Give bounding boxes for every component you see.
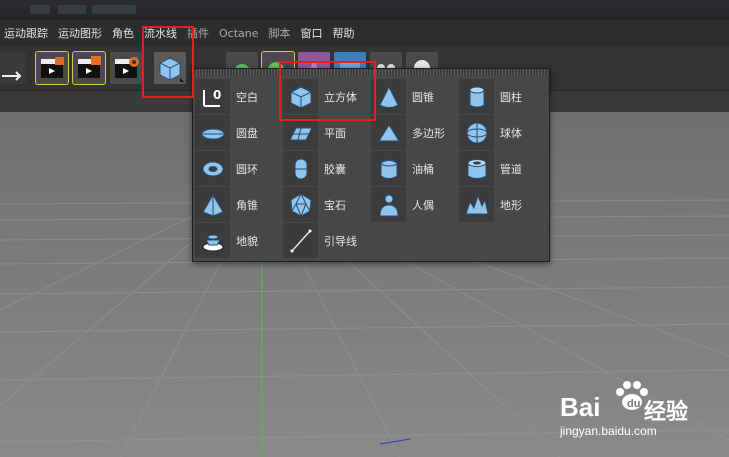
menu-item-label: 平面 [324, 126, 346, 140]
highlight-box-cube [279, 61, 376, 121]
menu-item-label: 地形 [500, 198, 522, 212]
polygon-icon [377, 123, 400, 141]
menu-item-label: 圆锥 [412, 90, 434, 104]
pyramid-icon [201, 193, 224, 217]
menu-item-guide[interactable]: 引导线 [283, 223, 357, 258]
render-picture-viewer-button[interactable] [73, 52, 105, 84]
blurred-title [58, 5, 86, 14]
menu-item-label: 角锥 [236, 198, 258, 212]
null-object-icon: 0 [202, 88, 221, 107]
menu-item-figure[interactable]: 人偶 [371, 187, 434, 222]
menu-item-label: 地貌 [236, 234, 258, 248]
figure-icon [378, 194, 399, 216]
render-view-button[interactable] [36, 52, 68, 84]
oil-tank-icon [380, 159, 397, 179]
watermark-url: jingyan.baidu.com [560, 424, 657, 438]
clapper-icon [41, 57, 64, 78]
menu-window[interactable]: 窗口 [301, 25, 323, 41]
menu-item-cylinder[interactable]: 圆柱 [459, 79, 522, 114]
menu-item-label: 油桶 [412, 162, 434, 176]
watermark-brand-left: Bai [560, 392, 601, 422]
menu-item-tube[interactable]: 管道 [459, 151, 522, 186]
blurred-title [92, 5, 136, 14]
menu-item-capsule[interactable]: 胶囊 [283, 151, 346, 186]
render-settings-button[interactable] [110, 52, 142, 84]
clapper-icon [78, 56, 101, 78]
menu-bar: 运动跟踪 运动图形 角色 流水线 插件 Octane 脚本 窗口 帮助 [0, 20, 729, 46]
menu-item-platonic[interactable]: 宝石 [283, 187, 346, 222]
plane-icon [288, 127, 313, 140]
menu-item-label: 球体 [500, 126, 522, 140]
guide-icon [290, 229, 311, 252]
menu-item-sphere[interactable]: 球体 [459, 115, 522, 150]
cone-icon [378, 85, 399, 108]
menu-item-label: 宝石 [324, 198, 346, 212]
watermark-brand-right: 经验 [644, 399, 689, 424]
menu-motion-tracking[interactable]: 运动跟踪 [4, 25, 48, 41]
svg-text:du: du [627, 398, 640, 410]
clapper-gear-icon [115, 57, 139, 78]
menu-item-label: 多边形 [412, 126, 445, 140]
menu-item-polygon[interactable]: 多边形 [371, 115, 445, 150]
menu-item-label: 胶囊 [324, 162, 346, 176]
menu-item-disc[interactable]: 圆盘 [195, 115, 258, 150]
highlight-box-toolbar [142, 26, 194, 98]
menu-item-label: 人偶 [412, 198, 434, 212]
menu-item-landscape[interactable]: 地形 [459, 187, 522, 222]
menu-item-relief[interactable]: 地貌 [195, 223, 258, 258]
menu-character[interactable]: 角色 [112, 25, 134, 41]
menu-item-label: 圆盘 [236, 126, 258, 140]
menu-item-null[interactable]: 0 空白 [195, 79, 258, 114]
menu-item-label: 圆环 [236, 162, 258, 176]
menu-octane[interactable]: Octane [219, 27, 259, 40]
relief-icon [202, 234, 223, 251]
disc-icon [201, 128, 224, 139]
torus-icon [202, 161, 223, 176]
menu-item-pyramid[interactable]: 角锥 [195, 187, 258, 222]
arrow-tool-button[interactable] [0, 52, 26, 84]
menu-script[interactable]: 脚本 [269, 25, 291, 41]
menu-item-label: 空白 [236, 90, 258, 104]
menu-item-oil-tank[interactable]: 油桶 [371, 151, 434, 186]
menu-item-torus[interactable]: 圆环 [195, 151, 258, 186]
menu-item-label: 引导线 [324, 234, 357, 248]
tube-icon [467, 158, 486, 179]
sphere-icon [466, 122, 487, 143]
capsule-icon [294, 158, 307, 179]
landscape-icon [464, 194, 489, 214]
title-bar [0, 0, 729, 20]
baidu-watermark: du Bai 经验 jingyan.baidu.com [560, 378, 725, 440]
svg-text:0: 0 [213, 88, 221, 102]
cylinder-icon [469, 86, 484, 107]
menu-mograph[interactable]: 运动图形 [58, 25, 102, 41]
menu-item-label: 圆柱 [500, 90, 522, 104]
menu-item-label: 管道 [500, 162, 522, 176]
arrow-right-icon [2, 71, 22, 81]
menu-help[interactable]: 帮助 [333, 25, 355, 41]
blurred-title [30, 5, 50, 14]
menu-item-cone[interactable]: 圆锥 [371, 79, 434, 114]
platonic-icon [289, 192, 312, 217]
